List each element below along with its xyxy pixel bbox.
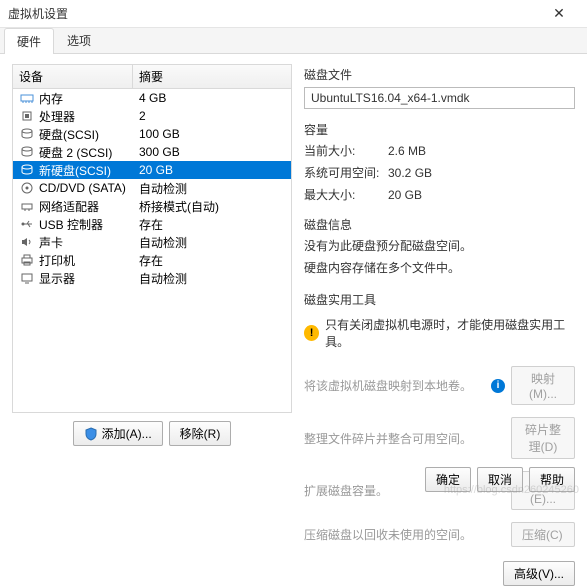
- titlebar: 虚拟机设置 ✕: [0, 0, 587, 28]
- hardware-row-cpu[interactable]: 处理器2: [13, 107, 291, 125]
- tab-options[interactable]: 选项: [54, 27, 104, 53]
- hardware-row-display[interactable]: 显示器自动检测: [13, 269, 291, 287]
- hardware-rows: 内存4 GB处理器2硬盘(SCSI)100 GB硬盘 2 (SCSI)300 G…: [13, 89, 291, 287]
- hw-summary: 20 GB: [133, 163, 291, 177]
- hw-name: CD/DVD (SATA): [39, 181, 133, 195]
- current-size-value: 2.6 MB: [388, 142, 426, 160]
- disk-icon: [19, 145, 35, 159]
- disk-info-label: 磁盘信息: [304, 216, 575, 233]
- hw-name: 硬盘(SCSI): [39, 126, 133, 143]
- current-size-key: 当前大小:: [304, 142, 384, 160]
- window-title: 虚拟机设置: [8, 5, 539, 22]
- disk-icon: [19, 127, 35, 141]
- usb-icon: [19, 217, 35, 231]
- footer-buttons: 确定 取消 帮助: [425, 467, 575, 492]
- sys-free-row: 系统可用空间: 30.2 GB: [304, 164, 575, 182]
- hw-name: 内存: [39, 90, 133, 107]
- memory-icon: [19, 91, 35, 105]
- left-panel: 设备 摘要 内存4 GB处理器2硬盘(SCSI)100 GB硬盘 2 (SCSI…: [12, 64, 292, 446]
- utils-label: 磁盘实用工具: [304, 291, 575, 308]
- disk-info-line2: 硬盘内容存储在多个文件中。: [304, 259, 575, 277]
- col-device: 设备: [13, 65, 133, 88]
- hardware-row-cd[interactable]: CD/DVD (SATA)自动检测: [13, 179, 291, 197]
- current-size-row: 当前大小: 2.6 MB: [304, 142, 575, 160]
- remove-button[interactable]: 移除(R): [169, 421, 232, 446]
- tabs: 硬件 选项: [0, 28, 587, 54]
- display-icon: [19, 271, 35, 285]
- add-button-label: 添加(A)...: [102, 425, 152, 442]
- hw-name: 声卡: [39, 234, 133, 251]
- util-compact-text: 压缩磁盘以回收未使用的空间。: [304, 526, 505, 543]
- disk-file-label: 磁盘文件: [304, 66, 575, 83]
- hardware-row-disk[interactable]: 硬盘 2 (SCSI)300 GB: [13, 143, 291, 161]
- cd-icon: [19, 181, 35, 195]
- sys-free-value: 30.2 GB: [388, 164, 432, 182]
- hardware-row-usb[interactable]: USB 控制器存在: [13, 215, 291, 233]
- warning-icon: !: [304, 325, 319, 341]
- disk-file-value[interactable]: UbuntuLTS16.04_x64-1.vmdk: [304, 87, 575, 109]
- right-panel: 磁盘文件 UbuntuLTS16.04_x64-1.vmdk 容量 当前大小: …: [304, 64, 575, 446]
- dialog-body: 设备 摘要 内存4 GB处理器2硬盘(SCSI)100 GB硬盘 2 (SCSI…: [0, 54, 587, 454]
- help-button[interactable]: 帮助: [529, 467, 575, 492]
- util-map-text: 将该虚拟机磁盘映射到本地卷。: [304, 377, 485, 394]
- map-button: 映射(M)...: [511, 366, 575, 405]
- printer-icon: [19, 253, 35, 267]
- hw-summary: 100 GB: [133, 127, 291, 141]
- hw-summary: 自动检测: [133, 180, 291, 197]
- col-summary: 摘要: [133, 65, 291, 88]
- hw-name: 打印机: [39, 252, 133, 269]
- sound-icon: [19, 235, 35, 249]
- disk-info-line1: 没有为此硬盘预分配磁盘空间。: [304, 237, 575, 255]
- hardware-row-memory[interactable]: 内存4 GB: [13, 89, 291, 107]
- shield-icon: [84, 427, 98, 441]
- util-compact-row: 压缩磁盘以回收未使用的空间。 压缩(C): [304, 522, 575, 547]
- sys-free-key: 系统可用空间:: [304, 164, 384, 182]
- hardware-header: 设备 摘要: [13, 65, 291, 89]
- hw-summary: 自动检测: [133, 234, 291, 251]
- hardware-row-sound[interactable]: 声卡自动检测: [13, 233, 291, 251]
- hw-name: 显示器: [39, 270, 133, 287]
- cpu-icon: [19, 109, 35, 123]
- compact-button: 压缩(C): [511, 522, 575, 547]
- advanced-button[interactable]: 高级(V)...: [503, 561, 575, 586]
- max-size-value: 20 GB: [388, 186, 422, 204]
- hw-summary: 桥接模式(自动): [133, 198, 291, 215]
- max-size-key: 最大大小:: [304, 186, 384, 204]
- util-map-row: 将该虚拟机磁盘映射到本地卷。 i 映射(M)...: [304, 366, 575, 405]
- hardware-table: 设备 摘要 内存4 GB处理器2硬盘(SCSI)100 GB硬盘 2 (SCSI…: [12, 64, 292, 413]
- hw-summary: 自动检测: [133, 270, 291, 287]
- hw-summary: 存在: [133, 252, 291, 269]
- hw-name: 处理器: [39, 108, 133, 125]
- info-icon: i: [491, 379, 505, 393]
- disk-icon: [19, 163, 35, 177]
- hardware-row-net[interactable]: 网络适配器桥接模式(自动): [13, 197, 291, 215]
- hw-summary: 2: [133, 109, 291, 123]
- hw-name: 网络适配器: [39, 198, 133, 215]
- max-size-row: 最大大小: 20 GB: [304, 186, 575, 204]
- close-icon[interactable]: ✕: [539, 5, 579, 22]
- advanced-row: 高级(V)...: [304, 561, 575, 586]
- hw-name: 新硬盘(SCSI): [39, 162, 133, 179]
- cancel-button[interactable]: 取消: [477, 467, 523, 492]
- tab-hardware[interactable]: 硬件: [4, 28, 54, 54]
- hardware-row-printer[interactable]: 打印机存在: [13, 251, 291, 269]
- utils-warning-text: 只有关闭虚拟机电源时，才能使用磁盘实用工具。: [325, 316, 575, 350]
- hardware-row-disk[interactable]: 硬盘(SCSI)100 GB: [13, 125, 291, 143]
- ok-button[interactable]: 确定: [425, 467, 471, 492]
- capacity-label: 容量: [304, 121, 575, 138]
- net-icon: [19, 199, 35, 213]
- defrag-button: 碎片整理(D): [511, 417, 575, 459]
- hw-name: USB 控制器: [39, 216, 133, 233]
- util-defrag-row: 整理文件碎片并整合可用空间。 碎片整理(D): [304, 417, 575, 459]
- hw-summary: 4 GB: [133, 91, 291, 105]
- add-button[interactable]: 添加(A)...: [73, 421, 163, 446]
- utils-warning: ! 只有关闭虚拟机电源时，才能使用磁盘实用工具。: [304, 316, 575, 350]
- left-buttons: 添加(A)... 移除(R): [12, 421, 292, 446]
- hw-summary: 300 GB: [133, 145, 291, 159]
- hw-summary: 存在: [133, 216, 291, 233]
- util-defrag-text: 整理文件碎片并整合可用空间。: [304, 430, 505, 447]
- hw-name: 硬盘 2 (SCSI): [39, 144, 133, 161]
- hardware-row-disk[interactable]: 新硬盘(SCSI)20 GB: [13, 161, 291, 179]
